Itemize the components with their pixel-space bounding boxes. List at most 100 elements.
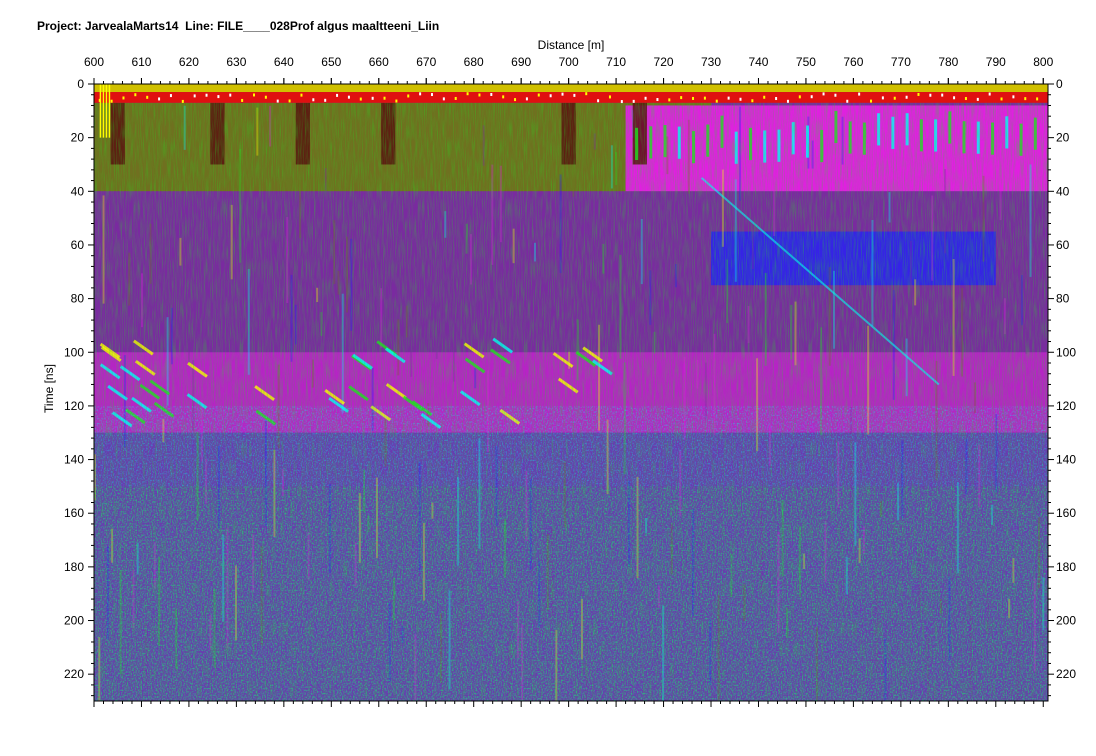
surface-mark: [217, 95, 220, 99]
y-tick-label: 0: [1056, 77, 1063, 91]
surface-mark: [478, 93, 481, 97]
radargram-chart: 600 610 620 630 640 650 660 670 680 690 700 710 720 7…: [42, 38, 1076, 707]
y-tick-label: 100: [64, 345, 84, 359]
surface-mark: [846, 99, 849, 103]
surface-mark: [371, 96, 374, 100]
start-marker: [105, 84, 108, 138]
surface-top: [94, 84, 1048, 93]
surface-mark: [383, 96, 386, 100]
x-axis-top: 600 610 620 630 640 650 660 670 680 690 700 710 720 7…: [84, 55, 1054, 84]
surface-mark: [229, 93, 232, 97]
surface-mark: [620, 100, 623, 104]
x-tick-label: 670: [416, 55, 436, 69]
surface-mark: [644, 96, 647, 100]
surface-mark: [632, 99, 635, 103]
surface-mark: [430, 93, 433, 97]
surface-mark: [312, 98, 315, 102]
surface-mark: [798, 95, 801, 99]
surface-mark: [442, 97, 445, 101]
y-tick-label: 0: [77, 77, 84, 91]
surface-mark: [122, 96, 125, 100]
x-tick-label: 610: [131, 55, 151, 69]
surface-mark: [692, 96, 695, 100]
x-tick-label: 620: [179, 55, 199, 69]
surface-mark: [834, 93, 837, 97]
surface-mark: [407, 94, 410, 98]
surface-mark: [276, 99, 279, 103]
surface-mark: [585, 92, 588, 96]
y-tick-label: 80: [1056, 292, 1070, 306]
x-tick-label: 770: [891, 55, 911, 69]
y-tick-label: 60: [1056, 238, 1070, 252]
surface-mark: [525, 97, 528, 101]
surface-mark: [608, 95, 611, 99]
x-tick-label: 710: [606, 55, 626, 69]
x-axis-label: Distance [m]: [538, 38, 605, 52]
surface-mark: [976, 97, 979, 101]
y-tick-label: 160: [64, 506, 84, 520]
surface-mark: [288, 99, 291, 103]
surface-mark: [395, 99, 398, 103]
surface-mark: [324, 98, 327, 102]
surface-mark: [715, 99, 718, 103]
x-tick-label: 640: [274, 55, 294, 69]
x-tick-label: 760: [843, 55, 863, 69]
surface-mark: [929, 93, 932, 97]
x-tick-label: 660: [369, 55, 389, 69]
surface-mark: [1012, 95, 1015, 99]
surface-mark: [822, 92, 825, 96]
surface-mark: [953, 96, 956, 100]
y-tick-label: 20: [1056, 131, 1070, 145]
y-tick-label: 200: [1056, 614, 1076, 628]
surface-mark: [193, 94, 196, 98]
x-tick-label: 800: [1033, 55, 1053, 69]
y-tick-label: 80: [71, 292, 85, 306]
surface-mark: [751, 99, 754, 103]
surface-mark: [905, 95, 908, 99]
x-tick-label: 720: [654, 55, 674, 69]
y-tick-label: 120: [1056, 399, 1076, 413]
surface-mark: [359, 97, 362, 101]
y-axis-right: 0 20 40 60 80 100 120 140 160 180 200 220: [1048, 77, 1076, 697]
speckle-green: [94, 486, 1048, 701]
surface-mark: [597, 99, 600, 103]
x-tick-label: 750: [796, 55, 816, 69]
surface-mark: [502, 95, 505, 99]
y-axis-label: Time [ns]: [42, 364, 56, 413]
surface-mark: [110, 99, 113, 103]
y-tick-label: 40: [1056, 184, 1070, 198]
y-axis-left: 0 20 40 60 80 100 120 140 160 180 200 220: [64, 77, 94, 697]
surface-mark: [775, 97, 778, 101]
y-tick-label: 120: [64, 399, 84, 413]
surface-mark: [763, 95, 766, 99]
surface-mark: [253, 93, 255, 97]
surface-mark: [786, 99, 789, 103]
surface-mark: [347, 95, 350, 99]
x-tick-label: 600: [84, 55, 104, 69]
surface-mark: [573, 93, 576, 97]
surface-mark: [893, 96, 896, 100]
x-tick-label: 650: [321, 55, 341, 69]
surface-mark: [169, 94, 172, 98]
y-tick-label: 40: [71, 184, 85, 198]
x-tick-label: 680: [464, 55, 484, 69]
surface-mark: [537, 93, 540, 97]
surface-mark: [181, 99, 184, 103]
surface-mark: [1036, 97, 1039, 101]
y-tick-label: 180: [1056, 560, 1076, 574]
surface-mark: [941, 93, 944, 97]
surface-mark: [561, 92, 564, 96]
y-tick-label: 140: [64, 453, 84, 467]
y-tick-label: 20: [71, 131, 85, 145]
y-tick-label: 180: [64, 560, 84, 574]
surface-mark: [241, 98, 244, 102]
surface-reflection-band: [94, 92, 1048, 103]
y-tick-label: 220: [64, 667, 84, 681]
surface-mark: [336, 93, 339, 97]
y-tick-label: 60: [71, 238, 85, 252]
surface-mark: [881, 96, 884, 100]
surface-mark: [454, 96, 457, 100]
x-tick-label: 740: [748, 55, 768, 69]
y-tick-label: 140: [1056, 453, 1076, 467]
surface-mark: [739, 97, 742, 101]
